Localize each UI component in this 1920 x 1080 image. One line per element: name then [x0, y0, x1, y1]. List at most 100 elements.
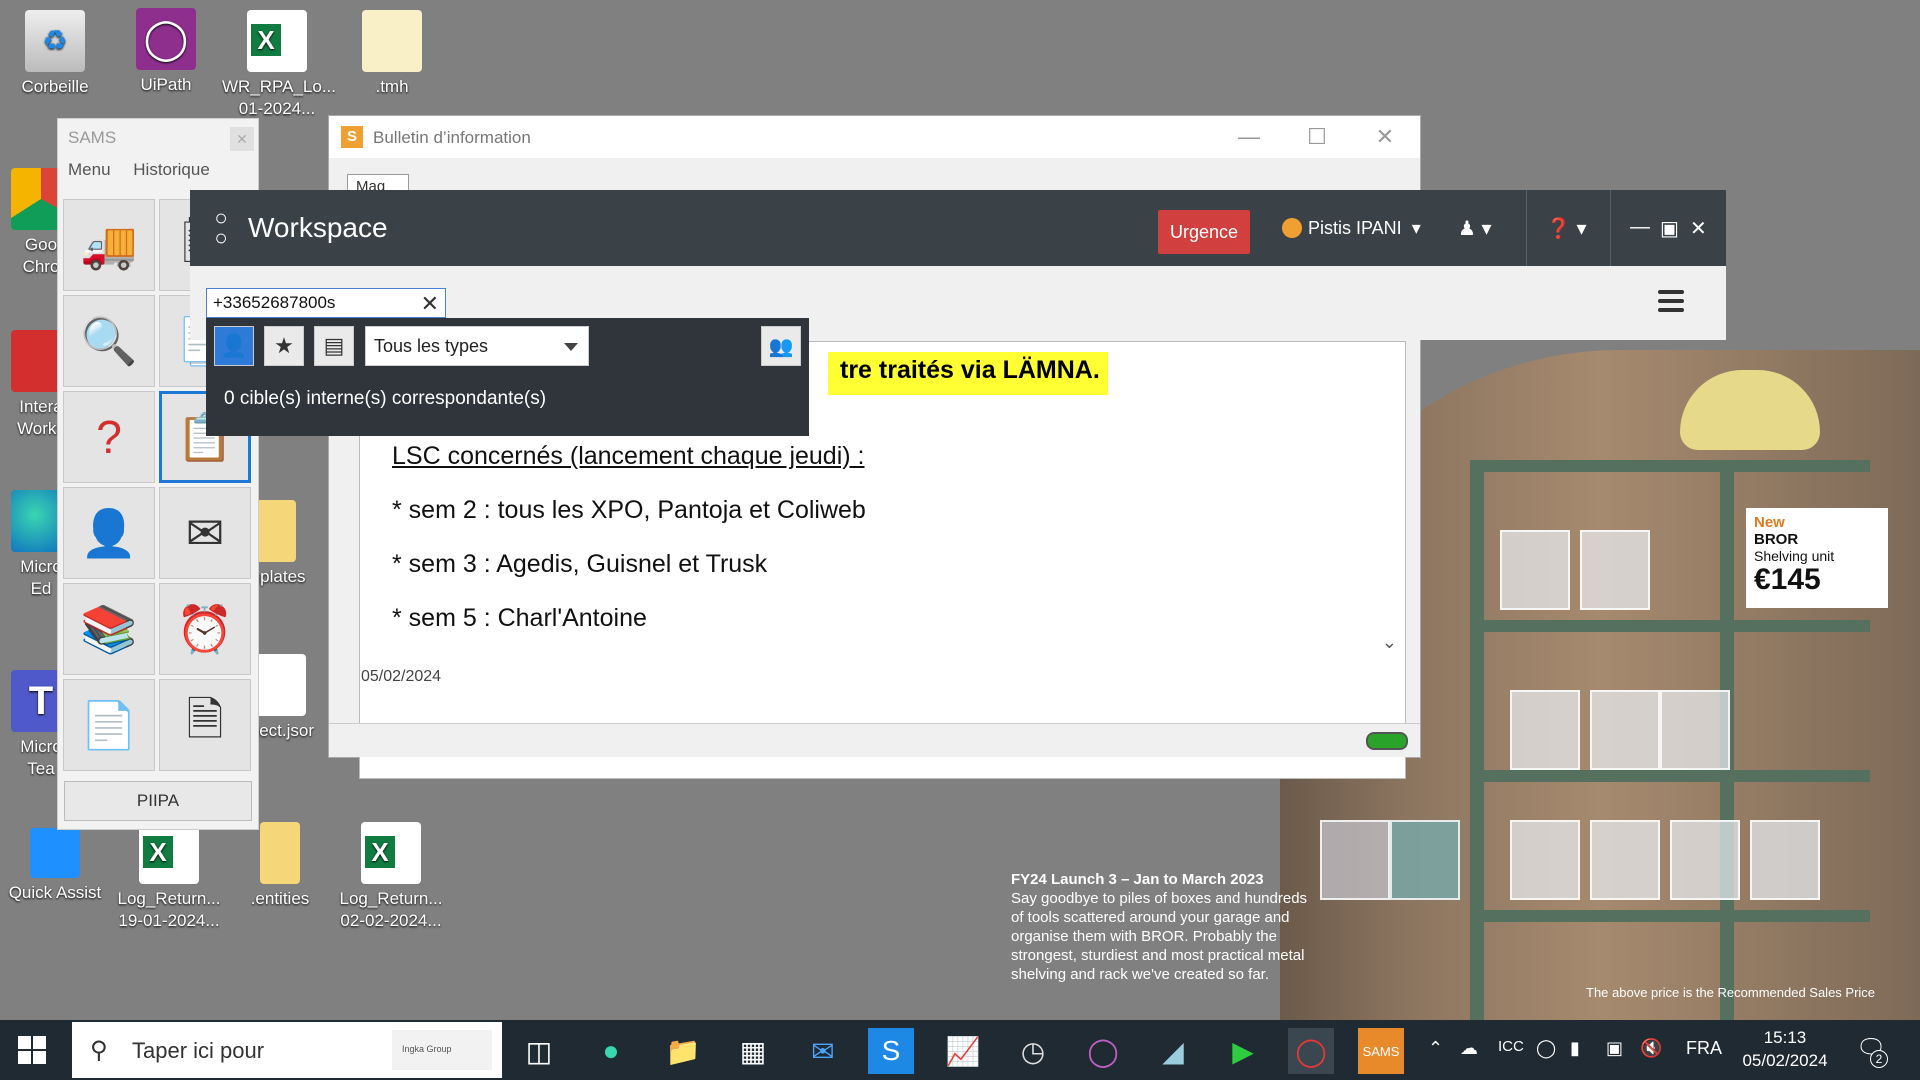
filter-favorites-icon[interactable]: ★ [264, 326, 304, 366]
sams-menu: Menu Historique [58, 155, 258, 185]
bulletin-highlight: tre traités via LÄMNA. [828, 352, 1108, 395]
tray-chevron-up-icon[interactable]: ⌃ [1428, 1038, 1443, 1059]
bulletin-line: * sem 3 : Agedis, Guisnel et Trusk [392, 550, 768, 578]
battery-icon [1366, 732, 1408, 750]
clock-app-icon[interactable]: ◷ [1010, 1028, 1056, 1074]
task-view-icon[interactable]: ◫ [516, 1028, 562, 1074]
user-status-icon [1282, 218, 1302, 238]
sams-tool-search-icon[interactable]: 🔍 [63, 295, 155, 387]
desktop-icon-quick-assist[interactable]: Quick Assist [0, 828, 110, 904]
search-icon: ⚲ [90, 1037, 108, 1064]
desktop-icon-label: WR_RPA_Lo... [222, 77, 337, 96]
desktop-icon-label: Quick Assist [8, 883, 102, 902]
group-icon[interactable]: 👥 [761, 326, 801, 366]
desktop-icon-log-return-1[interactable]: Log_Return... 19-01-2024... [114, 822, 224, 932]
desktop-icon-uipath[interactable]: ◯ UiPath [111, 8, 221, 96]
onedrive-icon[interactable]: ☁ [1460, 1038, 1478, 1059]
maximize-button[interactable]: ☐ [1297, 124, 1337, 150]
language-indicator[interactable]: FRA [1686, 1038, 1722, 1059]
sams-piipa-button[interactable]: PIIPA [64, 781, 252, 821]
filter-contacts-icon[interactable]: 👤 [214, 326, 254, 366]
ad-shelf [1470, 910, 1870, 922]
store-icon[interactable]: ▦ [730, 1028, 776, 1074]
help-icon[interactable]: ❓ ▾ [1546, 216, 1587, 241]
sams-tool-envelope-icon[interactable]: ✉ [159, 487, 251, 579]
workspace-header: ○ ○ Workspace Urgence Pistis IPANI ▾ ♟ ▾ … [190, 190, 1726, 266]
taskbar-search-badge: Ingka Group [392, 1030, 492, 1070]
sams-tool-delivery-icon[interactable]: 🚚 [63, 199, 155, 291]
header-divider [1526, 190, 1527, 266]
uipath-taskbar-icon[interactable]: ◯ [1080, 1028, 1126, 1074]
ad-storage-box [1510, 690, 1580, 770]
clear-search-icon[interactable]: ✕ [421, 291, 439, 317]
notification-count: 2 [1870, 1050, 1888, 1068]
minimize-button[interactable]: — [1630, 216, 1650, 239]
bulletin-line: * sem 2 : tous les XPO, Pantoja et Coliw… [392, 496, 866, 524]
sams-tool-person-icon[interactable]: 👤 [63, 487, 155, 579]
folder-icon [260, 822, 300, 884]
sams-tool-books-icon[interactable]: 📚 [63, 583, 155, 675]
edge-taskbar-icon[interactable]: ● [588, 1028, 634, 1074]
close-button[interactable]: ✕ [1690, 216, 1707, 241]
sams-close-button[interactable]: ✕ [230, 127, 254, 151]
ad-storage-box [1320, 820, 1390, 900]
search-field[interactable]: ✕ [206, 288, 446, 318]
sams-menu-item[interactable]: Menu [68, 160, 111, 179]
clock-time: 15:13 [1763, 1028, 1807, 1047]
battery-tray-icon[interactable]: ▮ [1570, 1038, 1580, 1059]
header-divider [1610, 190, 1611, 266]
volume-muted-icon[interactable]: 🔇 [1640, 1038, 1662, 1059]
monitor-app-icon[interactable]: 📈 [940, 1028, 986, 1074]
minimize-button[interactable]: — [1229, 124, 1269, 150]
ad-shelf [1470, 620, 1870, 632]
sams-tool-report-icon[interactable]: 🗎 [159, 679, 251, 771]
maximize-button[interactable]: ▣ [1660, 216, 1679, 241]
taskbar-clock[interactable]: 15:13 05/02/2024 [1730, 1026, 1840, 1072]
interact-taskbar-icon[interactable]: ◯ [1288, 1028, 1334, 1074]
search-results-panel: 👤 ★ ▤ Tous les types 👥 0 cible(s) intern… [206, 318, 809, 436]
tray-icc[interactable]: ICC [1498, 1038, 1524, 1055]
sams-title: SAMS [68, 128, 117, 147]
desktop-icon-recycle-bin[interactable]: ♻ Corbeille [0, 10, 110, 98]
ad-shelf [1470, 460, 1870, 472]
user-menu[interactable]: Pistis IPANI ▾ [1282, 218, 1421, 239]
taskbar: ⚲ Taper ici pour Ingka Group ◫ ● 📁 ▦ ✉ S… [0, 1020, 1920, 1080]
search-input[interactable] [207, 289, 407, 317]
folder-icon [362, 10, 422, 72]
urgence-button[interactable]: Urgence [1158, 210, 1250, 254]
desktop-icon-label: .entities [250, 889, 310, 908]
desktop-icon-label: Log_Return... [339, 889, 443, 908]
chevron-down-icon: ▾ [1406, 218, 1421, 238]
ad-storage-box [1590, 820, 1660, 900]
agent-status-icon[interactable]: ♟ ▾ [1458, 216, 1492, 241]
player-app-icon[interactable]: ▶ [1220, 1028, 1266, 1074]
tray-app-icon[interactable]: ◯ [1536, 1038, 1556, 1059]
type-select[interactable]: Tous les types [365, 326, 589, 366]
desktop-icon-wr-rpa[interactable]: WR_RPA_Lo... 01-2024... [222, 10, 337, 120]
sams-tool-form-icon[interactable]: 📄 [63, 679, 155, 771]
mail-icon[interactable]: ✉ [800, 1028, 846, 1074]
notification-icon[interactable]: 🗨 2 [1856, 1034, 1888, 1068]
network-icon[interactable]: ▣ [1606, 1038, 1623, 1059]
sams-tool-help-icon[interactable]: ? [63, 391, 155, 483]
sams-tool-alarm-clock-icon[interactable]: ⏰ [159, 583, 251, 675]
filter-recent-icon[interactable]: ▤ [314, 326, 354, 366]
ad-text-block: FY24 Launch 3 – Jan to March 2023 Say go… [1011, 870, 1311, 984]
scroll-down-icon[interactable]: ⌄ [1382, 632, 1397, 653]
sams-alt-taskbar-icon[interactable]: SAMS [1358, 1028, 1404, 1074]
taskbar-search[interactable]: ⚲ Taper ici pour Ingka Group [72, 1022, 502, 1078]
desktop-icon-label-line2: 19-01-2024... [118, 911, 220, 930]
windows-start-icon[interactable] [18, 1036, 46, 1064]
desktop-icon-log-return-2[interactable]: Log_Return... 02-02-2024... [336, 822, 446, 932]
app-taskbar-icon[interactable]: ◢ [1150, 1028, 1196, 1074]
file-explorer-icon[interactable]: 📁 [660, 1028, 706, 1074]
ad-price-desc: Shelving unit [1754, 548, 1835, 564]
close-button[interactable]: ✕ [1365, 124, 1405, 150]
sams-taskbar-icon[interactable]: S [868, 1028, 914, 1074]
hamburger-menu-icon[interactable] [1658, 290, 1684, 312]
desktop-icon-label: UiPath [140, 75, 192, 94]
desktop-icon-tmh[interactable]: .tmh [337, 10, 447, 98]
sams-menu-item[interactable]: Historique [133, 160, 210, 179]
bulletin-statusbar [329, 723, 1420, 757]
desktop-icon-entities[interactable]: .entities [225, 822, 335, 910]
